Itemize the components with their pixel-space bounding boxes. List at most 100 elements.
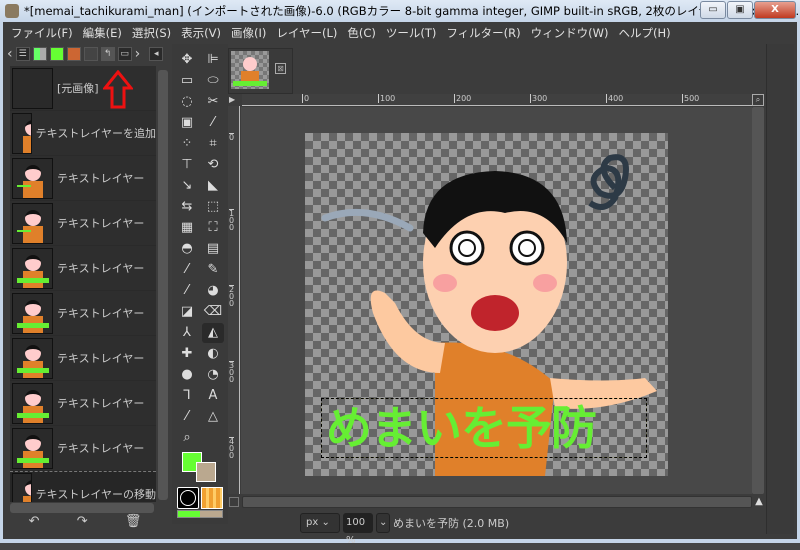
menu-windows[interactable]: ウィンドウ(W): [531, 25, 609, 41]
minimize-button[interactable]: ▭: [700, 1, 726, 19]
history-scrollbar[interactable]: [158, 70, 168, 500]
menu-file[interactable]: ファイル(F): [11, 25, 73, 41]
color-picker-tool-icon[interactable]: ⁄: [176, 407, 198, 427]
clone-tool-icon[interactable]: ⅄: [176, 323, 198, 343]
dock-menu-icon[interactable]: ◂: [149, 47, 164, 61]
dock-next-button[interactable]: ›: [135, 46, 141, 62]
history-item[interactable]: テキストレイヤー: [10, 381, 156, 426]
rect-select-tool-icon[interactable]: ▭: [176, 71, 198, 91]
flip-tool-icon[interactable]: ⇆: [176, 197, 198, 217]
history-item[interactable]: テキストレイヤー: [10, 201, 156, 246]
scissors-tool-icon[interactable]: ✂: [202, 92, 224, 112]
free-select-tool-icon[interactable]: ◌: [176, 92, 198, 112]
zoom-input[interactable]: 100 %: [343, 513, 373, 546]
history-item[interactable]: テキストレイヤー: [10, 246, 156, 291]
pencil-tool-icon[interactable]: ✎: [202, 260, 224, 280]
layers-tab-icon[interactable]: ☰: [15, 47, 30, 61]
redo-button[interactable]: ↷: [77, 514, 88, 532]
navigate-icon[interactable]: ▲: [753, 496, 765, 508]
menu-filters[interactable]: フィルター(R): [446, 25, 520, 41]
mypaint-tool-icon[interactable]: ◪: [176, 302, 198, 322]
text-tool-icon[interactable]: A: [202, 386, 224, 406]
history-item-label: テキストレイヤー: [57, 262, 145, 275]
cage-tool-icon[interactable]: ▦: [176, 218, 198, 238]
dock-prev-button[interactable]: ‹: [7, 46, 13, 62]
image-tab[interactable]: ⊠: [228, 48, 293, 94]
undo-button[interactable]: ↶: [29, 514, 40, 532]
pattern-preview[interactable]: [201, 487, 223, 509]
menu-help[interactable]: ヘルプ(H): [618, 25, 670, 41]
paintbrush-tool-icon[interactable]: ⁄: [176, 260, 198, 280]
gradient-tool-icon[interactable]: ▤: [202, 239, 224, 259]
undo-history-tab-icon[interactable]: ↰: [100, 47, 115, 61]
image-canvas[interactable]: めまいを予防: [305, 133, 668, 476]
background-color-swatch[interactable]: [196, 462, 216, 482]
handle-transform-tool-icon[interactable]: ⛶: [202, 218, 224, 238]
zoom-dropdown-icon[interactable]: ⌄: [376, 513, 390, 533]
zoom-tool-icon[interactable]: ⌕: [176, 428, 198, 448]
move-tool-icon[interactable]: ✥: [176, 50, 198, 70]
ink-tool-icon[interactable]: ◕: [202, 281, 224, 301]
airbrush-tool-icon[interactable]: ⁄: [176, 281, 198, 301]
close-button[interactable]: X: [754, 1, 796, 19]
menu-layer[interactable]: レイヤー(L): [276, 25, 337, 41]
history-item[interactable]: テキストレイヤー: [10, 291, 156, 336]
blur-tool-icon[interactable]: ●: [176, 365, 198, 385]
history-thumbnail: [12, 292, 53, 334]
rotate-tool-icon[interactable]: ⟲: [202, 155, 224, 175]
zoom-image-icon[interactable]: ⌕: [752, 94, 764, 106]
paths-tool-icon[interactable]: ⅂: [176, 386, 198, 406]
history-item[interactable]: テキストレイヤー: [10, 426, 156, 471]
menu-colors[interactable]: 色(C): [347, 25, 376, 41]
foreground-select-tool-icon[interactable]: ▣: [176, 113, 198, 133]
canvas-menu-icon[interactable]: ▶: [229, 95, 239, 105]
dodge-tool-icon[interactable]: ◐: [202, 344, 224, 364]
brush-preview[interactable]: [177, 487, 199, 509]
paths-tab-icon[interactable]: [49, 47, 64, 61]
crop-tool-icon[interactable]: ⌗: [202, 134, 224, 154]
vertical-scrollbar[interactable]: [752, 107, 764, 494]
warp-tool-icon[interactable]: ↘: [176, 176, 198, 196]
ellipse-select-tool-icon[interactable]: ⬭: [202, 71, 224, 91]
history-horizontal-scrollbar[interactable]: [10, 503, 154, 513]
ruler-label: 200: [454, 94, 472, 103]
menu-select[interactable]: 選択(S): [132, 25, 171, 41]
measure-tool-icon[interactable]: △: [202, 407, 224, 427]
unified-transform-tool-icon[interactable]: ⊤: [176, 155, 198, 175]
eraser-tool-icon[interactable]: ⌫: [202, 302, 224, 322]
align-tool-icon[interactable]: ⊫: [202, 50, 224, 70]
history-item[interactable]: テキストレイヤーの移動: [10, 471, 156, 502]
images-tab-icon[interactable]: ▭: [117, 47, 132, 61]
menu-view[interactable]: 表示(V): [181, 25, 221, 41]
shear-tool-icon[interactable]: ◣: [202, 176, 224, 196]
by-color-select-tool-icon[interactable]: ⁘: [176, 134, 198, 154]
canvas-area[interactable]: めまいを予防: [241, 107, 752, 494]
channels-tab-icon[interactable]: [32, 47, 47, 61]
text-layer[interactable]: めまいを予防: [321, 398, 647, 458]
bucket-fill-tool-icon[interactable]: ◓: [176, 239, 198, 259]
menu-image[interactable]: 画像(I): [231, 25, 266, 41]
burn-tool-icon[interactable]: ◔: [202, 365, 224, 385]
heal-tool-icon[interactable]: ✚: [176, 344, 198, 364]
quick-mask-toggle[interactable]: [229, 497, 239, 507]
colormap-tab-icon[interactable]: [66, 47, 81, 61]
history-item[interactable]: テキストレイヤー: [10, 336, 156, 381]
perspective-tool-icon[interactable]: ⬚: [202, 197, 224, 217]
brushes-tab-icon[interactable]: [83, 47, 98, 61]
history-item[interactable]: テキストレイヤー: [10, 156, 156, 201]
fuzzy-select-tool-icon[interactable]: ⁄: [202, 113, 224, 133]
history-thumbnail: [12, 157, 53, 199]
maximize-button[interactable]: ▣: [727, 1, 753, 19]
menu-tools[interactable]: ツール(T): [386, 25, 437, 41]
unit-select[interactable]: px ⌄: [300, 513, 340, 533]
gradient-preview[interactable]: [177, 510, 223, 518]
horizontal-scrollbar[interactable]: [242, 496, 752, 508]
history-thumbnail: [12, 247, 53, 289]
clear-history-button[interactable]: 🗑: [125, 514, 142, 532]
image-tab-close-icon[interactable]: ⊠: [275, 63, 286, 74]
smudge-tool-icon[interactable]: ◭: [202, 323, 224, 343]
menu-edit[interactable]: 編集(E): [83, 25, 122, 41]
history-item[interactable]: テキストレイヤーを追加: [10, 111, 156, 156]
window-title: *[memai_tachikurami_man] (インポートされた画像)-6.…: [24, 4, 800, 18]
history-item[interactable]: [元画像]: [10, 66, 156, 111]
